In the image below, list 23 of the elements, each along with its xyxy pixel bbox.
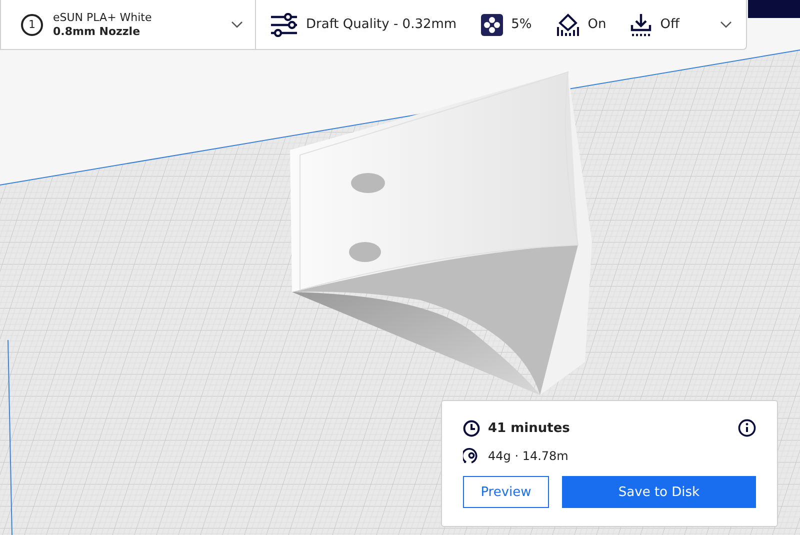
material-usage: 44g · 14.78m: [488, 448, 568, 462]
printer-selector[interactable]: 1 eSUN PLA+ White 0.8mm Nozzle: [1, 0, 256, 49]
profile-name: Draft Quality - 0.32mm: [306, 17, 457, 32]
infill-value: 5%: [511, 17, 532, 32]
infill-icon: [481, 14, 504, 36]
chevron-down-icon: [231, 20, 243, 28]
support-icon: [556, 12, 580, 36]
chevron-down-icon: [720, 20, 732, 28]
extruder-number: 1: [21, 14, 43, 36]
sliders-icon: [270, 12, 298, 36]
print-settings-selector[interactable]: Draft Quality - 0.32mm 5% On Off: [256, 0, 746, 49]
header-strip: [748, 0, 800, 18]
clock-icon: [463, 420, 480, 436]
adhesion-icon: [630, 12, 652, 36]
support-value: On: [588, 17, 606, 32]
nozzle-size: 0.8mm Nozzle: [53, 25, 142, 38]
print-time: 41 minutes: [488, 420, 571, 436]
info-icon[interactable]: [738, 419, 756, 437]
preview-button[interactable]: Preview: [463, 476, 549, 508]
save-button[interactable]: Save to Disk: [562, 476, 756, 508]
spool-icon: [463, 447, 480, 464]
adhesion-value: Off: [660, 17, 680, 32]
material-name: eSUN PLA+ White: [53, 11, 153, 24]
